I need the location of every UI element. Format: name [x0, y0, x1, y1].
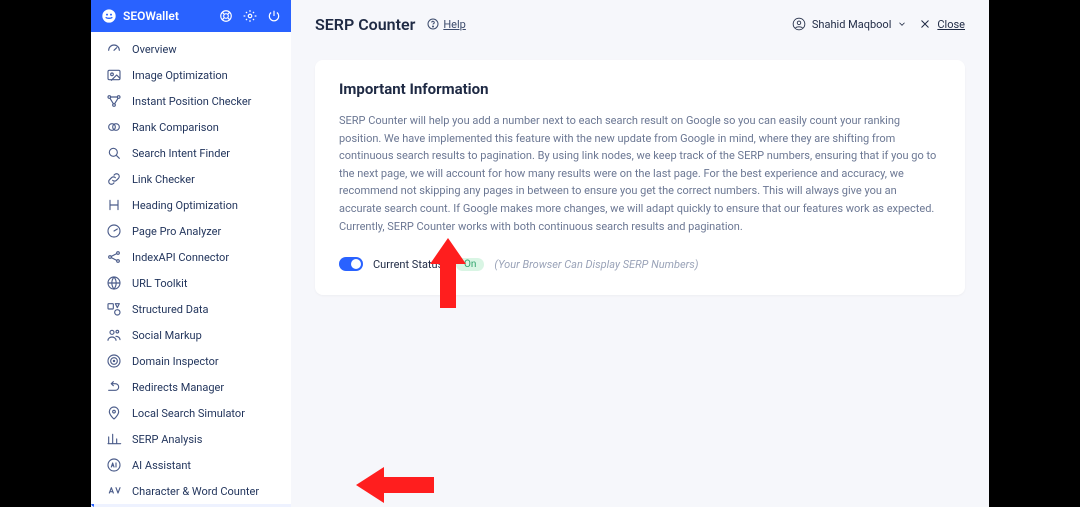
brand[interactable]: SEOWallet: [101, 8, 219, 24]
sidebar-item-domain-inspector[interactable]: Domain Inspector: [91, 348, 291, 374]
location-search-icon: [106, 405, 122, 421]
sidebar-item-label: Redirects Manager: [132, 381, 224, 394]
image-icon: [106, 67, 122, 83]
user-menu[interactable]: Shahid Maqbool: [792, 17, 907, 31]
sidebar-item-character-word-counter[interactable]: Character & Word Counter: [91, 478, 291, 504]
brand-icon: [101, 8, 117, 24]
people-icon: [106, 327, 122, 343]
topbar: SERP Counter Help Shahid Maqbool Close: [291, 0, 989, 48]
help-circle-icon: [427, 18, 439, 30]
sidebar-item-serp-analysis[interactable]: SERP Analysis: [91, 426, 291, 452]
sidebar-item-label: Heading Optimization: [132, 199, 238, 212]
sidebar-item-label: Local Search Simulator: [132, 407, 245, 420]
power-icon[interactable]: [267, 9, 281, 23]
sidebar-item-page-pro-analyzer[interactable]: Page Pro Analyzer: [91, 218, 291, 244]
sidebar-item-label: SERP Analysis: [132, 433, 202, 446]
sidebar-item-label: AI Assistant: [132, 459, 191, 472]
sidebar-item-heading-optimization[interactable]: Heading Optimization: [91, 192, 291, 218]
search-icon: [106, 145, 122, 161]
target-icon: [106, 353, 122, 369]
speedometer-icon: [106, 41, 122, 57]
status-toggle[interactable]: [339, 257, 363, 271]
sidebar-header: SEOWallet: [91, 0, 291, 32]
sidebar-item-label: URL Toolkit: [132, 277, 187, 290]
info-card: Important Information SERP Counter will …: [315, 60, 965, 295]
av-icon: [106, 483, 122, 499]
ai-icon: [106, 457, 122, 473]
sidebar-item-label: Search Intent Finder: [132, 147, 230, 160]
sidebar-item-label: Instant Position Checker: [132, 95, 251, 108]
gauge-icon: [106, 223, 122, 239]
sidebar-item-indexapi-connector[interactable]: IndexAPI Connector: [91, 244, 291, 270]
network-icon: [106, 93, 122, 109]
card-body: SERP Counter will help you add a number …: [339, 112, 941, 235]
redirect-icon: [106, 379, 122, 395]
app-frame: SEOWallet Overview Image Optimization Inst…: [91, 0, 989, 507]
main-pane: SERP Counter Help Shahid Maqbool Close I…: [291, 0, 989, 507]
help-link[interactable]: Help: [427, 18, 466, 31]
close-label: Close: [937, 18, 965, 31]
sidebar-item-label: Page Pro Analyzer: [132, 225, 221, 238]
sidebar-item-label: Structured Data: [132, 303, 209, 316]
sidebar-item-label: Domain Inspector: [132, 355, 219, 368]
card-heading: Important Information: [339, 80, 941, 98]
link-icon: [106, 171, 122, 187]
sidebar-item-overview[interactable]: Overview: [91, 36, 291, 62]
status-label: Current Status:: [373, 258, 446, 271]
status-pill: On: [456, 258, 484, 271]
chevron-down-icon: [897, 19, 907, 29]
sidebar-item-structured-data[interactable]: Structured Data: [91, 296, 291, 322]
sidebar-item-rank-comparison[interactable]: Rank Comparison: [91, 114, 291, 140]
heading-icon: [106, 197, 122, 213]
life-ring-icon[interactable]: [219, 9, 233, 23]
sidebar-item-label: Link Checker: [132, 173, 195, 186]
sidebar-item-image-optimization[interactable]: Image Optimization: [91, 62, 291, 88]
sidebar-item-link-checker[interactable]: Link Checker: [91, 166, 291, 192]
close-button[interactable]: Close: [919, 18, 965, 31]
help-label: Help: [443, 18, 466, 31]
sidebar-item-label: Overview: [132, 43, 177, 56]
sidebar-item-ai-assistant[interactable]: AI Assistant: [91, 452, 291, 478]
close-icon: [919, 18, 931, 30]
page-title: SERP Counter: [315, 15, 415, 34]
sidebar-item-label: Image Optimization: [132, 69, 228, 82]
shapes-icon: [106, 301, 122, 317]
sidebar-item-label: Character & Word Counter: [132, 485, 259, 498]
sidebar-item-search-intent-finder[interactable]: Search Intent Finder: [91, 140, 291, 166]
user-circle-icon: [792, 17, 806, 31]
sidebar-item-label: Rank Comparison: [132, 121, 219, 134]
chart-icon: [106, 431, 122, 447]
share-icon: [106, 249, 122, 265]
status-row: Current Status: On (Your Browser Can Dis…: [339, 257, 941, 271]
sidebar: SEOWallet Overview Image Optimization Inst…: [91, 0, 291, 507]
sidebar-item-local-search-simulator[interactable]: Local Search Simulator: [91, 400, 291, 426]
rings-icon: [106, 119, 122, 135]
sidebar-menu: Overview Image Optimization Instant Positi…: [91, 32, 291, 507]
gear-icon[interactable]: [243, 9, 257, 23]
status-hint: (Your Browser Can Display SERP Numbers): [494, 258, 698, 271]
sidebar-item-url-toolkit[interactable]: URL Toolkit: [91, 270, 291, 296]
globe-icon: [106, 275, 122, 291]
sidebar-item-label: Social Markup: [132, 329, 202, 342]
user-name: Shahid Maqbool: [812, 18, 891, 31]
sidebar-item-redirects-manager[interactable]: Redirects Manager: [91, 374, 291, 400]
sidebar-item-label: IndexAPI Connector: [132, 251, 229, 264]
sidebar-item-instant-position-checker[interactable]: Instant Position Checker: [91, 88, 291, 114]
sidebar-header-actions: [219, 9, 281, 23]
sidebar-item-social-markup[interactable]: Social Markup: [91, 322, 291, 348]
brand-name: SEOWallet: [123, 9, 179, 23]
